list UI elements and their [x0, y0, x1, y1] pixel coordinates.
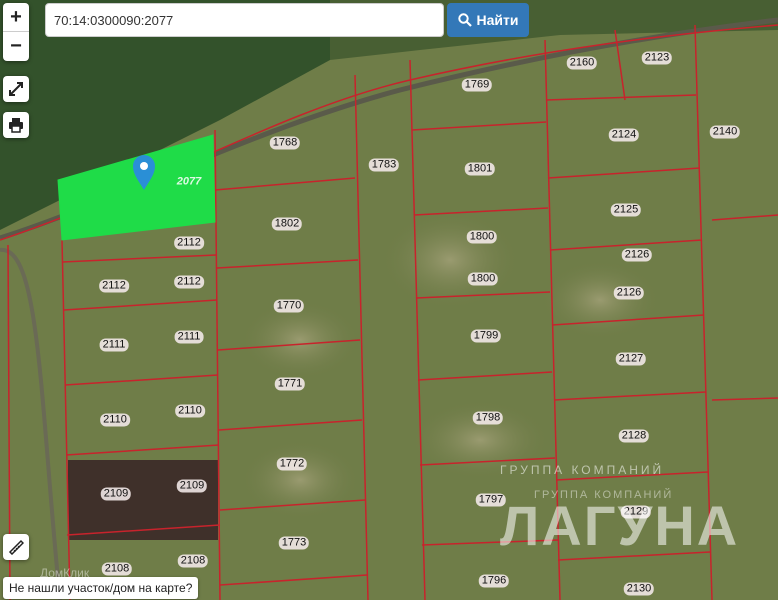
plot-label[interactable]: 2110	[175, 404, 205, 418]
plot-label[interactable]: 2111	[99, 338, 129, 352]
plot-label[interactable]: 2108	[101, 562, 133, 576]
fullscreen-icon	[9, 82, 23, 96]
not-found-link[interactable]: Не нашли участок/дом на карте?	[3, 577, 199, 599]
plot-label[interactable]: 2124	[608, 128, 640, 142]
plot-label[interactable]: 1783	[368, 158, 400, 172]
plot-label[interactable]: 2111	[174, 330, 204, 344]
plot-label[interactable]: 2140	[709, 125, 741, 139]
plot-label[interactable]: 1796	[478, 574, 510, 588]
zoom-in-button[interactable]: +	[3, 3, 29, 32]
plot-label[interactable]: 2160	[566, 56, 598, 70]
plot-label[interactable]: 2126	[621, 248, 653, 262]
plot-label[interactable]: 2110	[100, 413, 130, 427]
search-button[interactable]: Найти	[447, 3, 529, 37]
zoom-out-button[interactable]: −	[3, 32, 29, 61]
plot-label[interactable]: 1799	[470, 329, 502, 343]
plot-label[interactable]: 1802	[271, 217, 303, 231]
plot-label[interactable]: 2128	[618, 429, 650, 443]
watermark-big: ЛАГУНА	[500, 494, 740, 557]
plot-label[interactable]: 1800	[467, 272, 499, 286]
watermark: ГРУППА КОМПАНИЙ ГРУППА КОМПАНИЙ ЛАГУНА	[500, 455, 740, 565]
print-button[interactable]	[3, 112, 29, 138]
plot-label[interactable]: 2112	[174, 275, 204, 289]
plot-label[interactable]: 2127	[615, 352, 647, 366]
selected-plot-label: 2077	[176, 175, 202, 188]
fullscreen-button[interactable]	[3, 76, 29, 102]
plot-label[interactable]: 1772	[276, 457, 308, 471]
plot-label[interactable]: 1800	[466, 230, 498, 244]
plot-label[interactable]: 1768	[269, 136, 301, 150]
plot-label[interactable]: 1798	[472, 411, 504, 425]
search-icon	[457, 13, 472, 27]
plot-label[interactable]: 2112	[174, 236, 204, 250]
plot-label[interactable]: 1773	[278, 536, 310, 550]
plot-label[interactable]: 2112	[99, 279, 129, 293]
plot-label[interactable]: 2109	[100, 487, 132, 501]
ruler-button[interactable]	[3, 534, 29, 560]
watermark-line1: ГРУППА КОМПАНИЙ	[500, 463, 665, 477]
plot-label[interactable]: 2108	[177, 554, 209, 568]
plot-label[interactable]: 1769	[461, 78, 493, 92]
plot-label[interactable]: 2126	[613, 286, 645, 300]
plot-label[interactable]: 1770	[273, 299, 305, 313]
plot-label[interactable]: 1771	[274, 377, 306, 391]
ruler-icon	[8, 539, 24, 555]
plot-label[interactable]: 2109	[176, 479, 208, 493]
plowed-plot	[68, 460, 218, 540]
plot-label[interactable]: 2130	[623, 582, 655, 596]
search-input[interactable]	[45, 3, 444, 37]
zoom-control: + −	[3, 3, 29, 61]
plot-label[interactable]: 2125	[610, 203, 642, 217]
search-button-label: Найти	[476, 12, 519, 28]
print-icon	[9, 118, 23, 133]
plot-label[interactable]: 2123	[641, 51, 673, 65]
plot-label[interactable]: 1801	[464, 162, 496, 176]
